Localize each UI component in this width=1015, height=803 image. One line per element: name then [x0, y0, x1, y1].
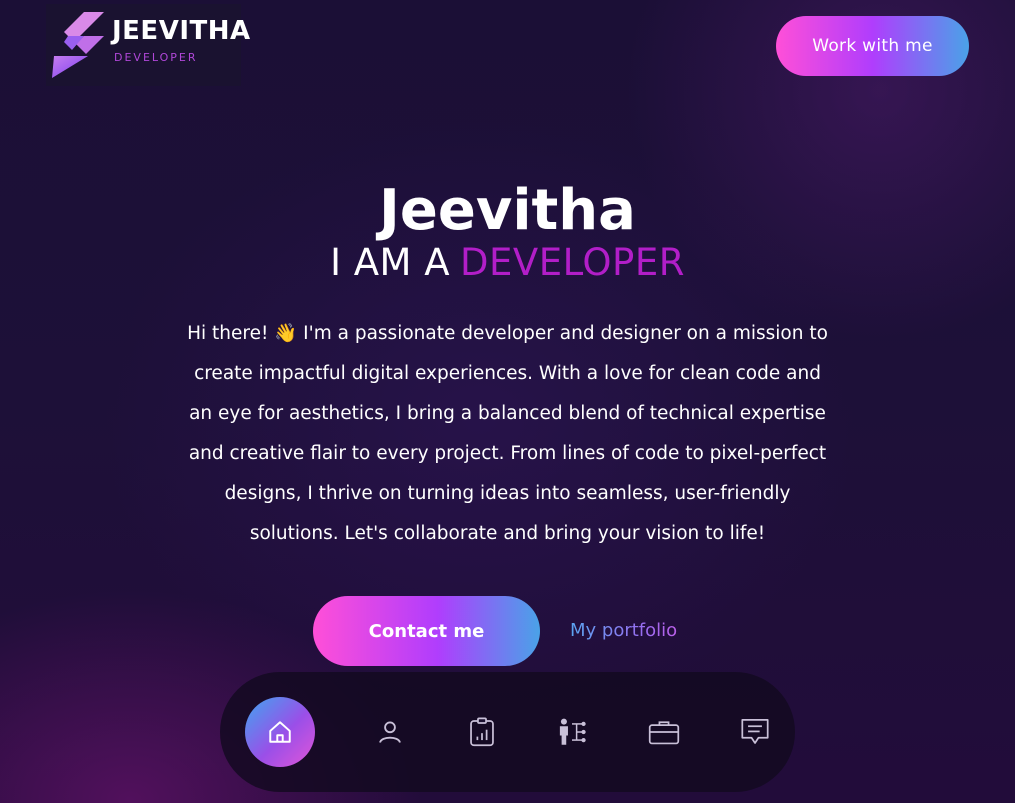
logo-title: JEEVITHA — [112, 16, 251, 46]
nav-work[interactable] — [629, 697, 699, 767]
hero-bio: Hi there! 👋 I'm a passionate developer a… — [187, 323, 828, 544]
brand-logo[interactable]: JEEVITHA DEVELOPER — [46, 4, 250, 86]
hero-role: I AM A DEVELOPER — [0, 238, 1015, 288]
message-icon — [741, 719, 769, 744]
hero-role-prefix: I AM A — [330, 241, 451, 284]
work-with-me-button[interactable]: Work with me — [776, 16, 969, 76]
nav-skills[interactable] — [537, 697, 607, 767]
clipboard-chart-icon — [470, 717, 494, 747]
flutter-logo-icon — [52, 12, 104, 78]
logo-subtitle: DEVELOPER — [114, 51, 198, 64]
contact-me-button[interactable]: Contact me — [313, 596, 540, 666]
nav-contact[interactable] — [720, 697, 790, 767]
skills-tree-icon — [559, 718, 586, 745]
nav-about[interactable] — [355, 697, 425, 767]
user-icon — [379, 721, 401, 743]
bottom-nav — [220, 672, 795, 792]
home-icon — [269, 721, 291, 743]
nav-resume[interactable] — [447, 697, 517, 767]
nav-home[interactable] — [245, 697, 315, 767]
hero-role-accent: DEVELOPER — [460, 241, 685, 284]
hero-name: Jeevitha — [379, 178, 636, 243]
my-portfolio-link[interactable]: My portfolio — [570, 616, 720, 646]
briefcase-icon — [648, 721, 680, 745]
